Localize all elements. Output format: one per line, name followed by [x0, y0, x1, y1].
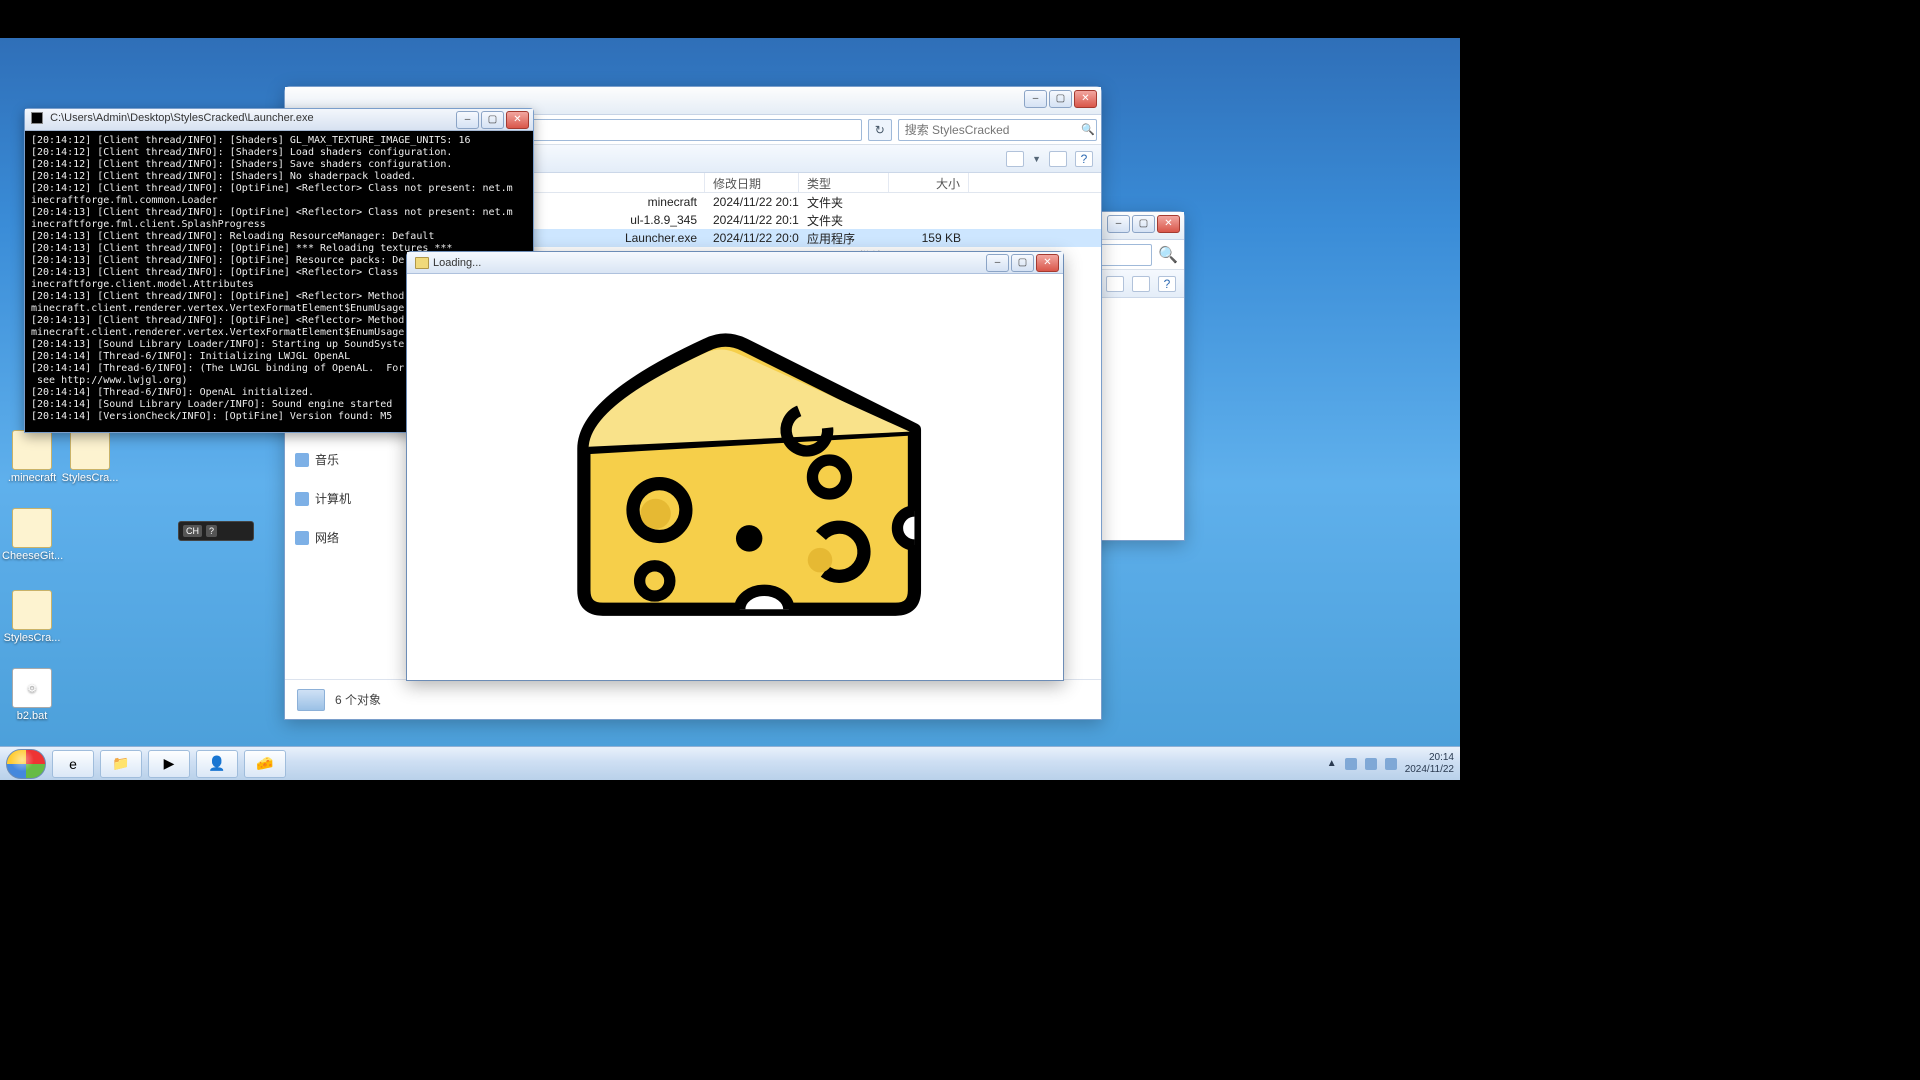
taskbar-ie[interactable]: e [52, 750, 94, 778]
clock-time: 20:14 [1405, 752, 1454, 764]
cmd-icon [31, 112, 43, 124]
icon-label: StylesCra... [4, 632, 61, 644]
sidebar-item-computer[interactable]: 计算机 [285, 486, 405, 511]
titlebar[interactable]: C:\Users\Admin\Desktop\StylesCracked\Lau… [25, 109, 533, 131]
search-icon[interactable]: 🔍 [1158, 245, 1178, 265]
drive-icon [297, 689, 325, 711]
app-icon [415, 257, 429, 269]
clock-date: 2024/11/22 [1405, 764, 1454, 776]
status-text: 6 个对象 [335, 691, 381, 708]
desktop-icon[interactable]: CheeseGit... [2, 508, 62, 562]
minimize-button[interactable]: – [1024, 90, 1047, 108]
icon-label: StylesCra... [62, 472, 119, 484]
folder-icon [12, 430, 52, 470]
music-icon [295, 453, 309, 467]
maximize-button[interactable]: ▢ [1011, 254, 1034, 272]
close-button[interactable]: ✕ [1157, 215, 1180, 233]
maximize-button[interactable]: ▢ [1049, 90, 1072, 108]
view-icon[interactable] [1106, 276, 1124, 292]
taskbar-media[interactable]: ▶ [148, 750, 190, 778]
volume-icon[interactable] [1385, 758, 1397, 770]
cheese-icon [535, 307, 935, 647]
window-title: Loading... [433, 257, 481, 269]
desktop: .minecraft StylesCra... CheeseGit... Sty… [0, 38, 1460, 780]
sidebar-item-network[interactable]: 网络 [285, 525, 405, 550]
maximize-button[interactable]: ▢ [1132, 215, 1155, 233]
col-type[interactable]: 类型 [799, 173, 889, 192]
minimize-button[interactable]: – [986, 254, 1009, 272]
desktop-icon[interactable]: StylesCra... [2, 590, 62, 644]
sidebar-item-music[interactable]: 音乐 [285, 447, 405, 472]
close-button[interactable]: ✕ [1036, 254, 1059, 272]
taskbar-cheese[interactable]: 🧀 [244, 750, 286, 778]
col-date[interactable]: 修改日期 [705, 173, 799, 192]
chevron-up-icon[interactable]: ▲ [1327, 758, 1337, 769]
start-button[interactable] [6, 749, 46, 779]
refresh-button[interactable]: ↻ [868, 119, 892, 141]
taskbar-app[interactable]: 👤 [196, 750, 238, 778]
icon-label: CheeseGit... [2, 550, 63, 562]
lang-code: CH [183, 525, 202, 537]
view-menu-icon[interactable] [1006, 151, 1024, 167]
minimize-button[interactable]: – [1107, 215, 1130, 233]
window-title: C:\Users\Admin\Desktop\StylesCracked\Lau… [50, 112, 314, 124]
language-bar[interactable]: CH ? [178, 521, 254, 541]
preview-icon[interactable] [1132, 276, 1150, 292]
search-input[interactable] [898, 119, 1098, 141]
status-bar: 6 个对象 [285, 679, 1101, 719]
clock[interactable]: 20:14 2024/11/22 [1405, 752, 1454, 776]
maximize-button[interactable]: ▢ [481, 111, 504, 129]
flag-icon[interactable] [1345, 758, 1357, 770]
taskbar-explorer[interactable]: 📁 [100, 750, 142, 778]
computer-icon [295, 492, 309, 506]
network-icon [295, 531, 309, 545]
chevron-down-icon[interactable]: ▼ [1032, 154, 1041, 164]
help-icon[interactable]: ? [1158, 276, 1176, 292]
preview-pane-icon[interactable] [1049, 151, 1067, 167]
titlebar[interactable]: Loading... – ▢ ✕ [407, 252, 1063, 274]
folder-icon [70, 430, 110, 470]
icon-label: .minecraft [8, 472, 56, 484]
close-button[interactable]: ✕ [506, 111, 529, 129]
desktop-icon[interactable]: StylesCra... [60, 430, 120, 484]
network-icon[interactable] [1365, 758, 1377, 770]
icon-label: b2.bat [17, 710, 48, 722]
help-icon: ? [206, 525, 217, 537]
col-size[interactable]: 大小 [889, 173, 969, 192]
search-icon[interactable]: 🔍 [1081, 123, 1095, 136]
desktop-icon[interactable]: ⚙ b2.bat [2, 668, 62, 722]
file-icon: ⚙ [12, 668, 52, 708]
help-icon[interactable]: ? [1075, 151, 1093, 167]
folder-icon [12, 508, 52, 548]
close-button[interactable]: ✕ [1074, 90, 1097, 108]
system-tray[interactable]: ▲ 20:14 2024/11/22 [1327, 752, 1454, 776]
taskbar[interactable]: e 📁 ▶ 👤 🧀 ▲ 20:14 2024/11/22 [0, 746, 1460, 780]
desktop-icon[interactable]: .minecraft [2, 430, 62, 484]
minimize-button[interactable]: – [456, 111, 479, 129]
folder-icon [12, 590, 52, 630]
loading-body [407, 274, 1063, 680]
loading-window[interactable]: Loading... – ▢ ✕ [406, 251, 1064, 681]
